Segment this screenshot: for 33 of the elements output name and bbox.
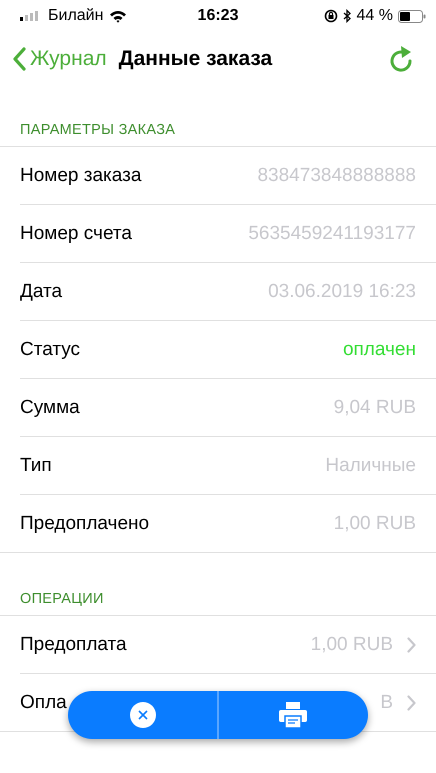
row-value: 9,04 RUB (334, 396, 416, 418)
row-value: 1,00 RUB (310, 634, 393, 656)
battery-icon (398, 10, 426, 22)
row-label: Номер заказа (20, 164, 142, 186)
row-value: оплачен (342, 338, 416, 360)
status-time: 16:23 (198, 7, 238, 25)
refresh-icon[interactable] (388, 44, 414, 74)
rotation-lock-icon (324, 9, 338, 23)
row-value: 03.06.2019 16:23 (268, 280, 416, 302)
row-value: Наличные (325, 454, 416, 476)
back-button[interactable]: Журнал (12, 47, 107, 71)
section-header: ПАРАМЕТРЫ ЗАКАЗА (20, 122, 176, 138)
bluetooth-icon (342, 9, 352, 23)
row-label: Опла (20, 692, 68, 714)
row-label: Предоплата (20, 634, 128, 656)
battery-percent: 44 % (356, 7, 393, 25)
chevron-left-icon (12, 47, 26, 71)
printer-icon (279, 702, 308, 728)
row-value: 5635459241193177 (248, 222, 416, 244)
row-value: 1,00 RUB (334, 512, 416, 534)
section-header: ОПЕРАЦИИ (20, 591, 104, 607)
row-value: B (380, 692, 393, 714)
row-label: Предоплачено (20, 512, 150, 534)
row-label: Дата (20, 280, 64, 302)
row-label: Номер счета (20, 222, 133, 244)
row-label: Тип (20, 454, 53, 476)
carrier-name: Билайн (48, 7, 104, 25)
page-title: Данные заказа (118, 47, 274, 71)
row-value: 838473848888888 (257, 164, 416, 186)
row-label: Сумма (20, 396, 81, 418)
close-icon (130, 702, 156, 728)
wifi-icon (109, 10, 128, 22)
row-label: Статус (20, 338, 82, 360)
